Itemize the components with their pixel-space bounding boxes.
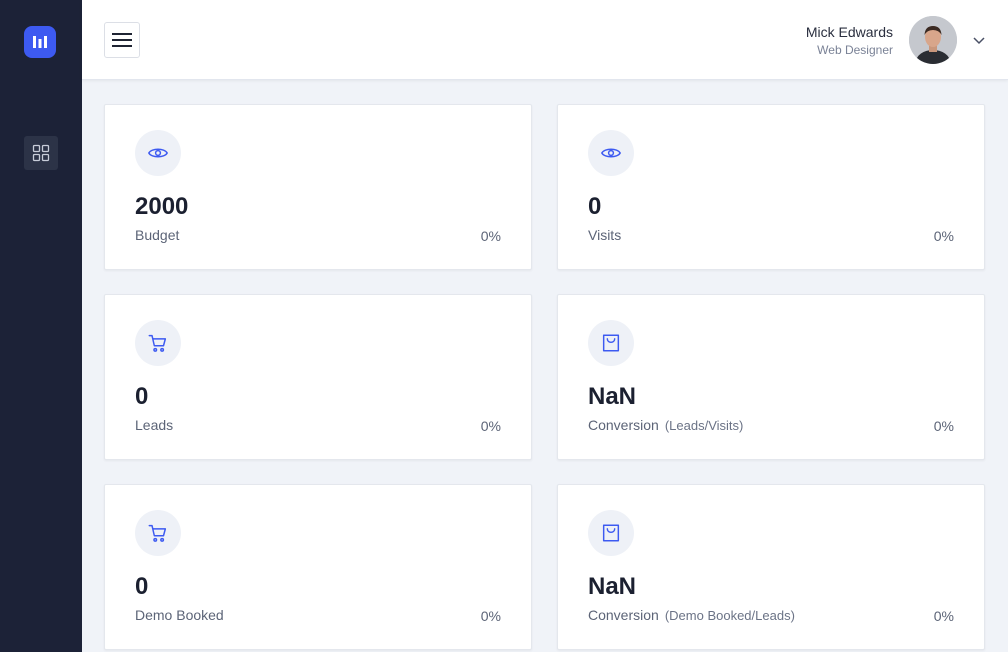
cart-icon	[148, 524, 167, 542]
icon-wrapper	[135, 510, 181, 556]
icon-wrapper	[135, 320, 181, 366]
shopping-bag-icon	[602, 524, 620, 542]
icon-wrapper	[135, 130, 181, 176]
bar-chart-icon	[33, 36, 47, 48]
icon-wrapper	[588, 510, 634, 556]
stat-label-text: Leads	[135, 417, 174, 433]
cart-icon	[148, 334, 167, 352]
stat-card-visits: 0 Visits 0%	[557, 104, 985, 270]
stat-label: Conversion (Demo Booked/Leads)	[588, 607, 795, 624]
stat-card-conversion-leads-visits: NaN Conversion (Leads/Visits) 0%	[557, 294, 985, 460]
user-info[interactable]: Mick Edwards Web Designer	[806, 24, 893, 57]
user-name: Mick Edwards	[805, 24, 893, 40]
stat-percent: 0%	[480, 608, 501, 624]
stat-value: 0	[135, 573, 149, 600]
stat-label-formula: (Leads/Visits)	[664, 418, 744, 433]
stat-percent: 0%	[480, 418, 501, 434]
grid-icon	[32, 144, 50, 162]
icon-wrapper	[588, 130, 634, 176]
stat-percent: 0%	[933, 228, 954, 244]
stat-label: Visits	[588, 227, 621, 243]
stat-card-demo-booked: 0 Demo Booked 0%	[104, 484, 532, 650]
avatar[interactable]	[909, 16, 957, 64]
sidebar-item-dashboard[interactable]	[24, 136, 58, 170]
stat-value: 2000	[135, 193, 189, 220]
stat-label: Budget	[135, 227, 179, 243]
stat-label: Conversion (Leads/Visits)	[588, 417, 743, 434]
icon-wrapper	[588, 320, 634, 366]
stat-percent: 0%	[933, 608, 954, 624]
stat-label-formula: (Demo Booked/Leads)	[664, 608, 795, 623]
menu-toggle-button[interactable]	[104, 22, 140, 58]
user-role: Web Designer	[817, 43, 893, 57]
user-photo-icon	[909, 16, 957, 64]
stat-card-leads: 0 Leads 0%	[104, 294, 532, 460]
stat-card-conversion-demo-leads: NaN Conversion (Demo Booked/Leads) 0%	[557, 484, 985, 650]
eye-icon	[600, 148, 622, 158]
eye-icon	[147, 148, 169, 158]
stat-label: Leads	[135, 417, 173, 433]
stat-card-budget: 2000 Budget 0%	[104, 104, 532, 270]
app-logo[interactable]	[24, 26, 56, 58]
chevron-down-icon	[973, 37, 985, 45]
stat-label-text: Conversion	[588, 417, 659, 433]
stat-label-text: Demo Booked	[135, 607, 224, 623]
stat-label-text: Budget	[135, 227, 180, 243]
stat-label-text: Conversion	[588, 607, 659, 623]
stat-label-text: Visits	[588, 227, 622, 243]
stat-label: Demo Booked	[135, 607, 224, 623]
stat-value: 0	[588, 193, 602, 220]
user-menu-dropdown[interactable]	[970, 31, 988, 49]
hamburger-icon	[112, 33, 132, 47]
stat-value: NaN	[588, 383, 637, 410]
stat-percent: 0%	[480, 228, 501, 244]
sidebar	[0, 0, 82, 652]
top-header: Mick Edwards Web Designer	[82, 0, 1008, 80]
shopping-bag-icon	[602, 334, 620, 352]
stat-value: NaN	[588, 573, 637, 600]
stat-percent: 0%	[933, 418, 954, 434]
stat-value: 0	[135, 383, 149, 410]
